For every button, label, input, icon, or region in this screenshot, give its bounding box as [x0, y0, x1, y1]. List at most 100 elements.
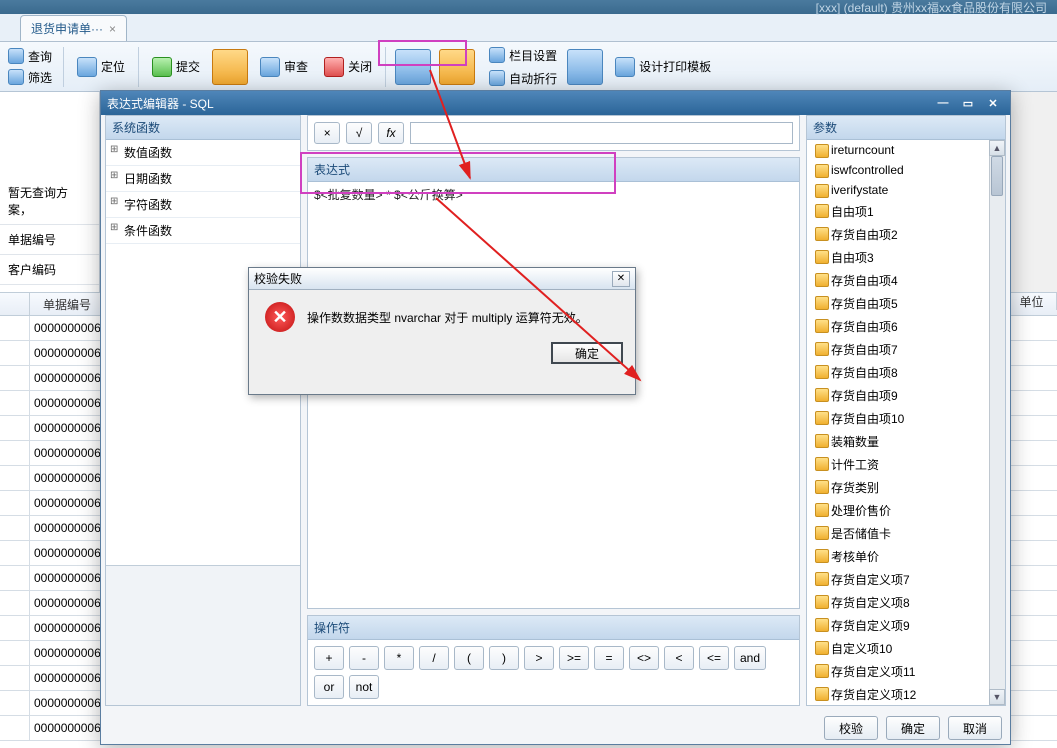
tree-item[interactable]: 字符函数: [106, 192, 300, 218]
design-print-button[interactable]: 设计打印模板: [609, 53, 717, 81]
param-item[interactable]: 存货自定义项9: [807, 614, 1005, 637]
minimize-icon[interactable]: —: [932, 95, 954, 111]
cell-billno[interactable]: 0000000006: [30, 616, 105, 640]
cell-billno[interactable]: 0000000006: [30, 566, 105, 590]
row-selector[interactable]: [0, 566, 30, 590]
row-selector[interactable]: [0, 716, 30, 740]
cell-billno[interactable]: 0000000006: [30, 591, 105, 615]
param-item[interactable]: 存货自定义项11: [807, 660, 1005, 683]
cell-billno[interactable]: 0000000006: [30, 691, 105, 715]
param-item[interactable]: 存货自定义项8: [807, 591, 1005, 614]
operator-button[interactable]: <>: [629, 646, 659, 670]
tree-item[interactable]: 日期函数: [106, 166, 300, 192]
expression-text[interactable]: $<批复数量> * $<公斤换算>: [308, 182, 799, 207]
param-item[interactable]: 自由项1: [807, 200, 1005, 223]
tree-item[interactable]: 数值函数: [106, 140, 300, 166]
param-item[interactable]: 是否储值卡: [807, 522, 1005, 545]
operator-button[interactable]: <: [664, 646, 694, 670]
error-titlebar[interactable]: 校验失败 ✕: [249, 268, 635, 290]
cell-billno[interactable]: 0000000006: [30, 716, 105, 740]
param-item[interactable]: 存货自由项8: [807, 361, 1005, 384]
maximize-icon[interactable]: ▭: [957, 95, 979, 111]
param-item[interactable]: iswfcontrolled: [807, 160, 1005, 180]
param-item[interactable]: 存货自由项6: [807, 315, 1005, 338]
cell-billno[interactable]: 0000000006: [30, 391, 105, 415]
param-item[interactable]: 存货自由项4: [807, 269, 1005, 292]
cell-billno[interactable]: 0000000006: [30, 466, 105, 490]
fx-confirm-button[interactable]: √: [346, 122, 372, 144]
params-list[interactable]: ▲ ▼ ireturncountiswfcontrollediverifysta…: [807, 140, 1005, 705]
cell-billno[interactable]: 0000000006: [30, 416, 105, 440]
param-item[interactable]: 自由项3: [807, 246, 1005, 269]
row-selector[interactable]: [0, 516, 30, 540]
operator-button[interactable]: +: [314, 646, 344, 670]
tab-return-request[interactable]: 退货申请单··· ×: [20, 15, 127, 41]
row-selector[interactable]: [0, 541, 30, 565]
operator-button[interactable]: ): [489, 646, 519, 670]
fx-cancel-button[interactable]: ×: [314, 122, 340, 144]
row-selector[interactable]: [0, 366, 30, 390]
operator-button[interactable]: (: [454, 646, 484, 670]
param-item[interactable]: 存货自由项7: [807, 338, 1005, 361]
row-selector[interactable]: [0, 391, 30, 415]
operator-button[interactable]: =: [594, 646, 624, 670]
grid-header-unit[interactable]: 单位: [1007, 293, 1057, 310]
param-item[interactable]: 存货自由项2: [807, 223, 1005, 246]
param-item[interactable]: 装箱数量: [807, 430, 1005, 453]
operator-button[interactable]: >=: [559, 646, 589, 670]
close-icon[interactable]: ✕: [612, 271, 630, 287]
row-selector[interactable]: [0, 641, 30, 665]
grid-header-seq[interactable]: [0, 293, 30, 315]
submit-button[interactable]: 提交: [146, 53, 206, 81]
row-selector[interactable]: [0, 491, 30, 515]
filter-button[interactable]: 筛选: [4, 67, 56, 88]
row-selector[interactable]: [0, 591, 30, 615]
cell-billno[interactable]: 0000000006: [30, 366, 105, 390]
review-button[interactable]: 审查: [254, 53, 314, 81]
cell-billno[interactable]: 0000000006: [30, 491, 105, 515]
param-item[interactable]: 存货自定义项7: [807, 568, 1005, 591]
param-item[interactable]: 考核单价: [807, 545, 1005, 568]
close-icon[interactable]: ×: [109, 22, 116, 36]
operator-button[interactable]: and: [734, 646, 766, 670]
column-setting-button[interactable]: 栏目设置: [485, 45, 561, 66]
fx-function-button[interactable]: fx: [378, 122, 404, 144]
grid-header-billno[interactable]: 单据编号: [30, 293, 105, 315]
cell-billno[interactable]: 0000000006: [30, 516, 105, 540]
dialog-titlebar[interactable]: 表达式编辑器 - SQL — ▭ ✕: [101, 91, 1010, 115]
param-item[interactable]: 存货自由项5: [807, 292, 1005, 315]
tree-item[interactable]: 条件函数: [106, 218, 300, 244]
row-selector[interactable]: [0, 691, 30, 715]
param-item[interactable]: ireturncount: [807, 140, 1005, 160]
operator-button[interactable]: <=: [699, 646, 729, 670]
ok-button[interactable]: 确定: [886, 716, 940, 740]
param-item[interactable]: 计件工资: [807, 453, 1005, 476]
row-selector[interactable]: [0, 441, 30, 465]
operator-button[interactable]: /: [419, 646, 449, 670]
cell-billno[interactable]: 0000000006: [30, 341, 105, 365]
close-icon[interactable]: ✕: [982, 95, 1004, 111]
row-selector[interactable]: [0, 666, 30, 690]
cell-billno[interactable]: 0000000006: [30, 441, 105, 465]
operator-button[interactable]: or: [314, 675, 344, 699]
cell-billno[interactable]: 0000000006: [30, 316, 105, 340]
operator-button[interactable]: >: [524, 646, 554, 670]
cell-billno[interactable]: 0000000006: [30, 541, 105, 565]
param-item[interactable]: 自定义项10: [807, 637, 1005, 660]
validate-button[interactable]: 校验: [824, 716, 878, 740]
cell-billno[interactable]: 0000000006: [30, 641, 105, 665]
param-item[interactable]: 存货自由项9: [807, 384, 1005, 407]
row-selector[interactable]: [0, 466, 30, 490]
close-button[interactable]: 关闭: [318, 53, 378, 81]
param-item[interactable]: 存货类别: [807, 476, 1005, 499]
row-selector[interactable]: [0, 316, 30, 340]
cancel-button[interactable]: 取消: [948, 716, 1002, 740]
param-item[interactable]: iverifystate: [807, 180, 1005, 200]
error-ok-button[interactable]: 确定: [551, 342, 623, 364]
auto-wrap-button[interactable]: 自动折行: [485, 68, 561, 89]
param-item[interactable]: 存货自定义项12: [807, 683, 1005, 705]
param-item[interactable]: 存货自由项10: [807, 407, 1005, 430]
locate-button[interactable]: 定位: [71, 53, 131, 81]
fx-input[interactable]: [410, 122, 793, 144]
row-selector[interactable]: [0, 341, 30, 365]
